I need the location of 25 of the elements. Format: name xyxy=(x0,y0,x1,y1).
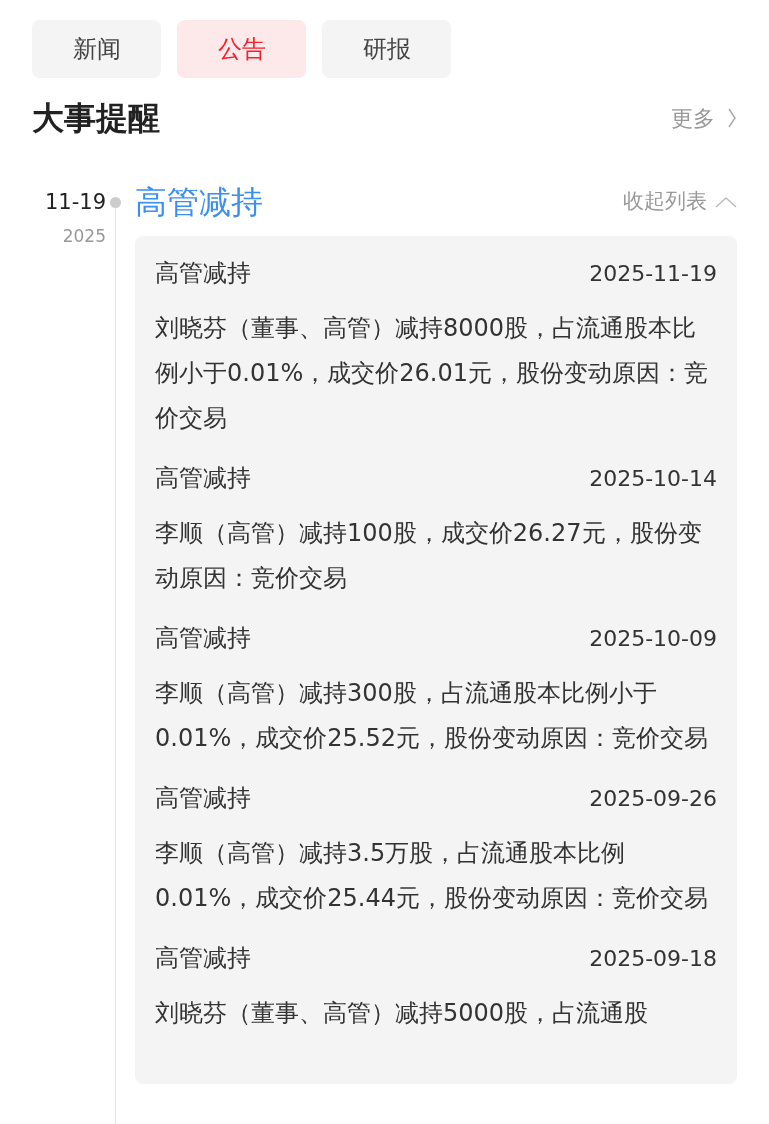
item-description: 刘晓芬（董事、高管）减持5000股，占流通股 xyxy=(155,998,650,1029)
item-date: 2025-09-26 xyxy=(589,784,717,813)
item-title: 高管减持 xyxy=(155,463,251,494)
collapse-list-button[interactable]: 收起列表 xyxy=(623,186,737,218)
item-date: 2025-11-19 xyxy=(589,259,717,288)
item-title: 高管减持 xyxy=(155,783,251,814)
event-date: 11-19 xyxy=(44,189,106,216)
event-year: 2025 xyxy=(62,225,106,248)
chevron-right-icon xyxy=(727,107,737,129)
item-title: 高管减持 xyxy=(155,623,251,654)
more-link[interactable]: 更多 xyxy=(671,101,737,135)
item-date: 2025-09-18 xyxy=(589,944,717,973)
section-title: 大事提醒 xyxy=(32,98,160,139)
tab[interactable]: 公告 xyxy=(177,20,306,78)
item-title: 高管减持 xyxy=(155,258,251,289)
item-description: 李顺（高管）减持300股，占流通股本比例小于0.01%，成交价25.52元，股份变动原因：竞价交易 xyxy=(155,678,709,754)
item-description: 李顺（高管）减持3.5万股，占流通股本比例0.01%，成交价25.44元，股份变动原因：竞价交易 xyxy=(155,838,709,914)
item-date: 2025-10-09 xyxy=(589,624,717,653)
event-title: 高管减持 xyxy=(135,184,263,220)
item-description: 刘晓芬（董事、高管）减持8000股，占流通股本比例小于0.01%，成交价26.01元，股份变动原因：竞价交易 xyxy=(155,313,709,434)
tab[interactable]: 研报 xyxy=(322,20,451,78)
item-title: 高管减持 xyxy=(155,943,251,974)
tab[interactable]: 新闻 xyxy=(32,20,161,78)
item-description: 李顺（高管）减持100股，成交价26.27元，股份变动原因：竞价交易 xyxy=(155,518,703,594)
item-date: 2025-10-14 xyxy=(589,464,717,493)
